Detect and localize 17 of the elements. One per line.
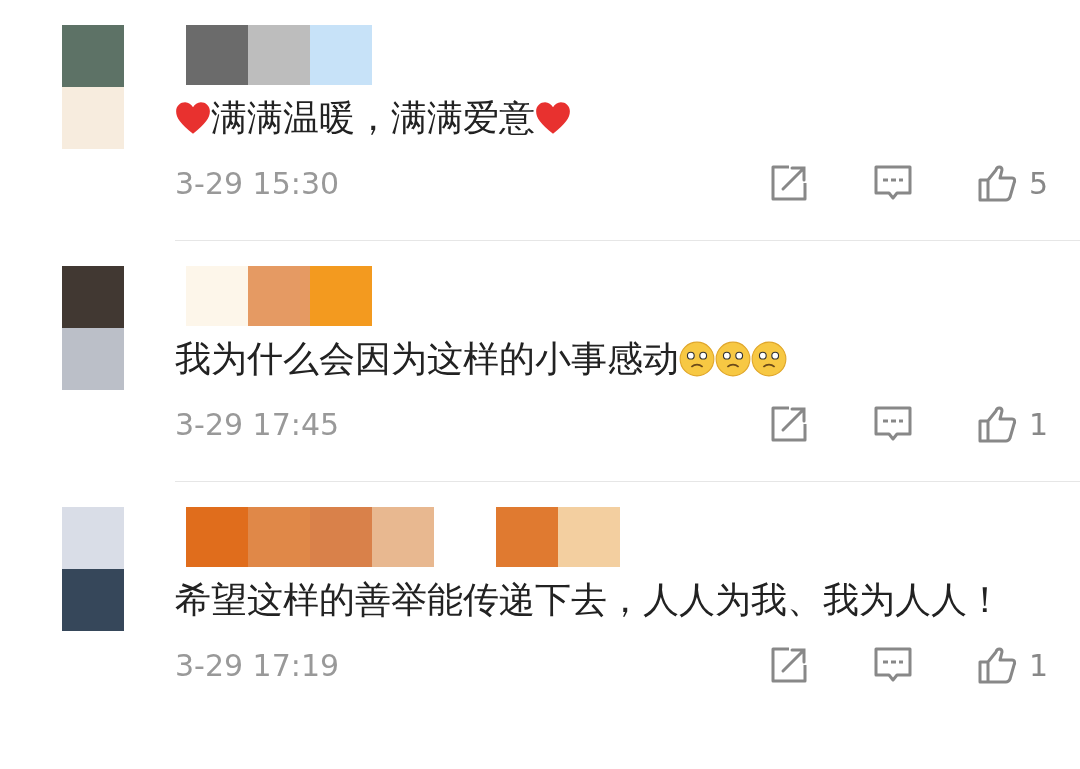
thumbs-up-icon[interactable] xyxy=(976,645,1017,685)
comment-time: 3-29 17:45 xyxy=(175,406,340,442)
comment-text: 希望这样的善举能传递下去，人人为我、我为人人！ xyxy=(175,579,1003,620)
like-count: 1 xyxy=(1028,647,1048,683)
sad-face-icon xyxy=(715,341,751,377)
comment-time: 3-29 15:30 xyxy=(175,165,340,201)
heart-icon xyxy=(535,100,571,136)
like-count: 1 xyxy=(1028,406,1048,442)
sad-face-icon xyxy=(751,341,787,377)
comment-time: 3-29 17:19 xyxy=(175,647,340,683)
comment-text: 满满温暖，满满爱意 xyxy=(211,97,535,138)
sad-face-icon xyxy=(679,341,715,377)
heart-icon xyxy=(175,100,211,136)
like-count: 5 xyxy=(1028,165,1048,201)
comment-text: 我为什么会因为这样的小事感动 xyxy=(175,338,679,379)
thumbs-up-icon[interactable] xyxy=(976,163,1017,203)
thumbs-up-icon[interactable] xyxy=(976,404,1017,444)
